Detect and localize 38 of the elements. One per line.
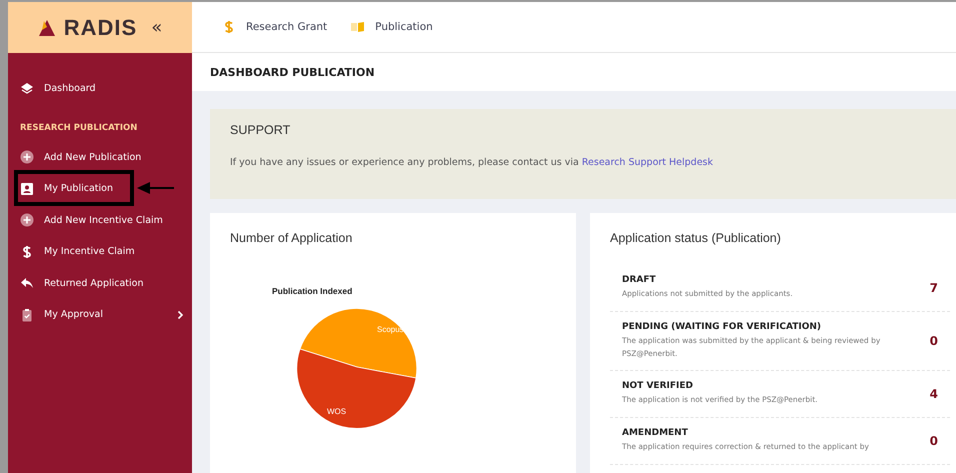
status-count: 0 <box>928 334 938 348</box>
status-count: 7 <box>928 280 938 295</box>
sidebar-item[interactable]: My Publication <box>8 173 192 204</box>
top-nav-link[interactable]: Research Grant <box>222 20 328 34</box>
support-title: SUPPORT <box>230 123 292 137</box>
sidebar-item[interactable]: Add New Incentive Claim <box>8 204 192 236</box>
status-count: 4 <box>928 387 938 402</box>
sidebar-item[interactable]: Dashboard <box>8 73 192 104</box>
support-text: If you have any issues or experience any problems, please contact us via Research Support Helpdesk <box>230 157 714 168</box>
dollar-icon <box>20 244 34 259</box>
status-name: AMENDMENT <box>622 428 689 438</box>
status-name: DRAFT <box>622 275 657 285</box>
helpdesk-link[interactable]: Research Support Helpdesk <box>582 157 714 168</box>
status-name: PENDING (WAITING FOR VERIFICATION) <box>622 322 822 332</box>
card-title: Number of Application <box>230 231 354 245</box>
top-nav-link[interactable]: Publication <box>351 20 433 34</box>
sidebar-item[interactable]: Returned Application <box>8 268 192 299</box>
slice-label: WOS <box>327 407 346 416</box>
sidebar-item[interactable]: Add New Publication <box>8 142 192 173</box>
clipboard-icon <box>20 308 34 322</box>
status-name: NOT VERIFIED <box>622 381 694 392</box>
pointer-arrow <box>136 181 176 195</box>
section-heading: RESEARCH PUBLICATION <box>19 122 138 134</box>
chart-title: Publication Indexed <box>272 286 354 296</box>
plus-icon <box>20 150 34 164</box>
sidebar-item[interactable]: My Incentive Claim <box>8 236 192 268</box>
sidebar-item[interactable]: My Approval <box>8 299 192 330</box>
page-title: DASHBOARD PUBLICATION <box>192 53 956 91</box>
layers-icon <box>20 82 34 96</box>
dollar-icon <box>222 20 236 34</box>
plus-icon <box>20 213 34 228</box>
book-icon <box>351 20 366 34</box>
person-icon <box>20 182 34 196</box>
collapse-toggle[interactable]: « <box>151 17 162 38</box>
logo-icon <box>38 18 56 36</box>
status-count: 0 <box>928 434 938 448</box>
brand-name: RADIS <box>64 14 138 40</box>
card-title: Application status (Publication) <box>610 231 782 245</box>
